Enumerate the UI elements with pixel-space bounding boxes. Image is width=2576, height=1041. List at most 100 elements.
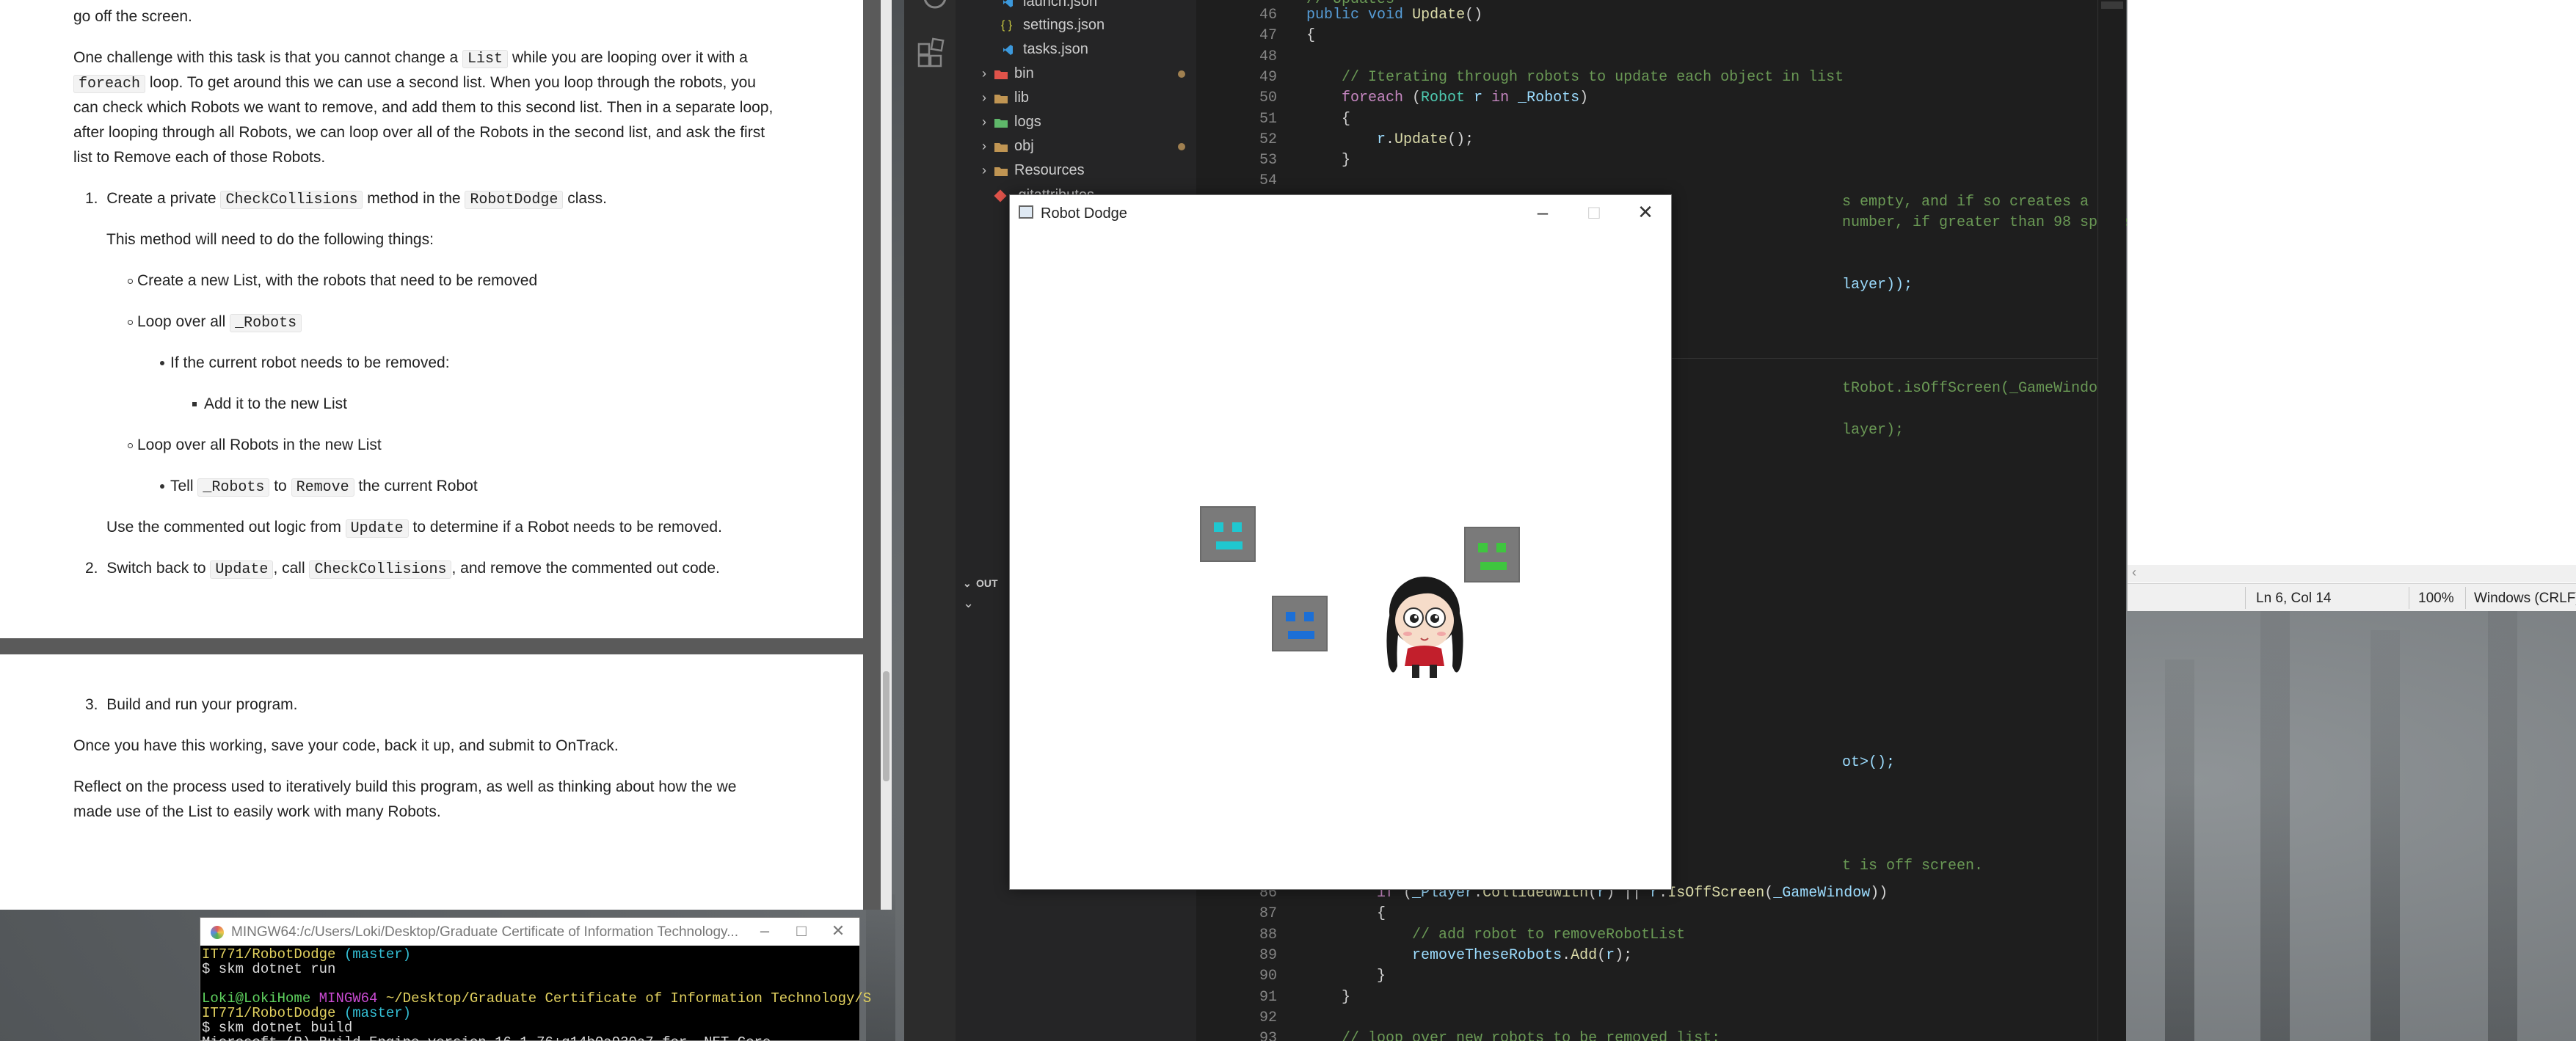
- robot-eye: [1496, 543, 1506, 552]
- code-line[interactable]: 46 public void Update(): [1196, 5, 2097, 26]
- chevron-right-icon[interactable]: ›: [982, 86, 992, 110]
- close-button[interactable]: ✕: [1620, 195, 1671, 232]
- line-number: 46: [1259, 7, 1277, 23]
- explorer-item-label: bin: [1014, 65, 1034, 81]
- notepad-text-area[interactable]: [2128, 0, 2576, 565]
- vscode-icon: [1001, 0, 1014, 14]
- doc-text: can check which Robots we want to remove…: [73, 99, 774, 116]
- sub-list-item: Loop over all Robots in the new List: [128, 433, 382, 458]
- code-line[interactable]: 53 }: [1196, 150, 2097, 171]
- close-button[interactable]: ✕: [820, 918, 856, 946]
- doc-text: Reflect on the process used to iterative…: [73, 778, 737, 795]
- doc-text: to determine if a Robot needs to be remo…: [408, 519, 722, 536]
- explorer-item[interactable]: launch.json: [956, 0, 1196, 14]
- explorer-item-label: settings.json: [1023, 17, 1105, 33]
- robot-dodge-window: Robot Dodge – □ ✕: [1009, 194, 1672, 890]
- code-text: }: [1306, 152, 1351, 169]
- activity-bar: [904, 0, 956, 1041]
- terminal-output[interactable]: IT771/RobotDodge (master) $ skm dotnet ru…: [200, 946, 871, 1041]
- code-line[interactable]: 91 }: [1196, 987, 2097, 1008]
- code-line[interactable]: 51 {: [1196, 109, 2097, 130]
- game-canvas[interactable]: [1010, 232, 1671, 890]
- code-text[interactable]: t is off screen.: [1842, 856, 1983, 877]
- code-text: // add robot to removeRobotList: [1412, 926, 1686, 943]
- code-text[interactable]: ot>();: [1842, 753, 1895, 773]
- code-line[interactable]: 52 r.Update();: [1196, 130, 2097, 150]
- chevron-right-icon[interactable]: ›: [982, 110, 992, 134]
- horizontal-scrollbar[interactable]: ‹: [2128, 565, 2576, 582]
- tree-silhouette: [2371, 630, 2400, 1041]
- terminal-titlebar[interactable]: MINGW64:/c/Users/Loki/Desktop/Graduate C…: [200, 918, 859, 946]
- chevron-right-icon[interactable]: ›: [982, 134, 992, 158]
- code-line[interactable]: 88 // add robot to removeRobotList: [1196, 925, 2097, 946]
- line-number: 51: [1259, 110, 1277, 128]
- folder-icon: [994, 62, 1008, 86]
- zoom-level: 100%: [2418, 591, 2454, 606]
- minimap[interactable]: [2097, 0, 2126, 1041]
- scrollbar-thumb[interactable]: [883, 671, 889, 781]
- code-line[interactable]: 54: [1196, 171, 2097, 191]
- bullet: [192, 402, 197, 407]
- chevron-down-icon[interactable]: ⌄: [963, 596, 974, 611]
- code-line[interactable]: 92: [1196, 1008, 2097, 1029]
- doc-text: loop. To get around this we can use a se…: [145, 74, 756, 91]
- code-line[interactable]: 49 // Iterating through robots to update…: [1196, 67, 2097, 88]
- document-scrollbar[interactable]: [881, 0, 892, 910]
- doc-text: Use the commented out logic from: [106, 519, 346, 536]
- doc-text: Create a private: [106, 190, 221, 207]
- chevron-right-icon[interactable]: ›: [982, 62, 992, 86]
- line-number: 91: [1259, 988, 1277, 1006]
- maximize-button[interactable]: □: [1568, 195, 1620, 232]
- code-text: // Iterating through robots to update ea…: [1342, 68, 1844, 86]
- explorer-item[interactable]: › bin: [956, 62, 1196, 86]
- git-icon: [994, 183, 1007, 208]
- minimize-button[interactable]: –: [1517, 195, 1568, 232]
- chevron-right-icon[interactable]: ›: [982, 158, 992, 183]
- code-line[interactable]: 89 removeTheseRobots.Add(r);: [1196, 946, 2097, 966]
- bullet: [160, 361, 164, 366]
- code-line[interactable]: 90 }: [1196, 966, 2097, 987]
- robot-dodge-titlebar[interactable]: Robot Dodge – □ ✕: [1010, 195, 1671, 232]
- inline-code: CheckCollisions: [220, 191, 363, 209]
- explorer-item[interactable]: › Resources: [956, 158, 1196, 183]
- chevron-left-icon[interactable]: ‹: [2132, 565, 2136, 580]
- doc-text: list to Remove each of those Robots.: [73, 149, 326, 166]
- code-line[interactable]: 93 // loop over new robots to be removed…: [1196, 1029, 2097, 1041]
- line-number: 92: [1259, 1009, 1277, 1026]
- code-text[interactable]: layer));: [1842, 275, 1913, 296]
- minimize-button[interactable]: –: [746, 918, 783, 946]
- explorer-item[interactable]: › logs: [956, 110, 1196, 134]
- doc-text: , call: [273, 560, 310, 577]
- code-line[interactable]: 47 {: [1196, 26, 2097, 46]
- inline-code: Update: [345, 519, 409, 538]
- explorer-item[interactable]: { } settings.json: [956, 13, 1196, 37]
- code-text[interactable]: layer);: [1842, 420, 1904, 441]
- robot-blue: [1272, 596, 1328, 651]
- inline-code: CheckCollisions: [309, 560, 452, 579]
- doc-text: Create a new List, with the robots that …: [137, 272, 538, 289]
- document-page: 3. Build and run your program. Once you …: [0, 654, 863, 910]
- document-viewer: go off the screen. One challenge with th…: [0, 0, 892, 910]
- inline-code: foreach: [73, 75, 146, 93]
- code-line[interactable]: 50 foreach (Robot r in _Robots): [1196, 88, 2097, 109]
- list-item-step3: 3. Build and run your program.: [85, 693, 298, 717]
- doc-text: the current Robot: [354, 478, 478, 494]
- code-line[interactable]: 87 {: [1196, 904, 2097, 924]
- explorer-item-label: tasks.json: [1023, 41, 1088, 57]
- bullet: [128, 278, 133, 284]
- tree-silhouette: [2165, 660, 2194, 1041]
- maximize-button[interactable]: □: [783, 918, 820, 946]
- explorer-item[interactable]: › lib: [956, 86, 1196, 110]
- inline-code: Update: [210, 560, 274, 579]
- explorer-item[interactable]: tasks.json: [956, 37, 1196, 62]
- window-title: Robot Dodge: [1041, 205, 1127, 222]
- terminal-line: Microsoft (R) Build Engine version 16.1.…: [202, 1035, 858, 1041]
- explorer-item[interactable]: › obj: [956, 134, 1196, 158]
- modified-dot: [1178, 143, 1185, 150]
- extensions-icon[interactable]: [904, 28, 956, 79]
- code-text[interactable]: tRobot.isOffScreen(_GameWindow)): [1842, 379, 2124, 399]
- sub-sub-list-item: Tell _Robots to Remove the current Robot: [160, 474, 478, 500]
- doc-text: This method will need to do the followin…: [106, 231, 434, 248]
- code-line[interactable]: 48: [1196, 47, 2097, 67]
